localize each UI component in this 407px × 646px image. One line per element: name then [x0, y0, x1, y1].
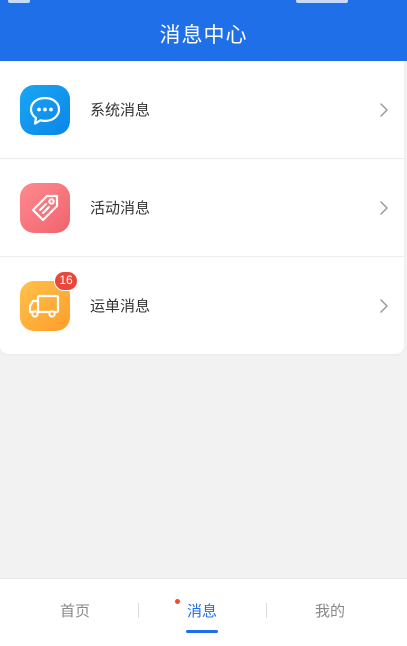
message-item-system[interactable]: 系统消息 [0, 61, 404, 158]
page-title: 消息中心 [159, 23, 248, 47]
tab-separator [266, 603, 267, 618]
status-bar-fragment [8, 0, 30, 3]
chat-bubble-icon [20, 85, 70, 135]
tab-messages[interactable]: 消息 [142, 579, 262, 645]
message-item-label: 运单消息 [90, 297, 151, 315]
tab-home[interactable]: 首页 [15, 579, 135, 645]
tab-label: 消息 [186, 602, 217, 620]
message-item-label: 活动消息 [90, 199, 151, 217]
message-category-list: 系统消息 活动消息 16 运单消息 [0, 61, 404, 354]
unread-count-badge: 16 [54, 271, 78, 291]
bottom-tab-bar: 首页 消息 我的 [0, 578, 407, 646]
tab-separator [138, 603, 139, 618]
tab-label: 我的 [314, 602, 345, 620]
status-bar-fragment [296, 0, 348, 3]
app-header: 消息中心 [0, 0, 407, 61]
chevron-right-icon [380, 201, 388, 215]
chevron-right-icon [380, 299, 388, 313]
chevron-right-icon [380, 103, 388, 117]
tab-label: 首页 [59, 602, 90, 620]
message-item-label: 系统消息 [90, 101, 151, 119]
tag-icon [20, 183, 70, 233]
message-item-waybill[interactable]: 16 运单消息 [0, 257, 404, 354]
active-tab-indicator [186, 630, 218, 633]
message-item-activity[interactable]: 活动消息 [0, 159, 404, 256]
tab-mine[interactable]: 我的 [270, 579, 390, 645]
